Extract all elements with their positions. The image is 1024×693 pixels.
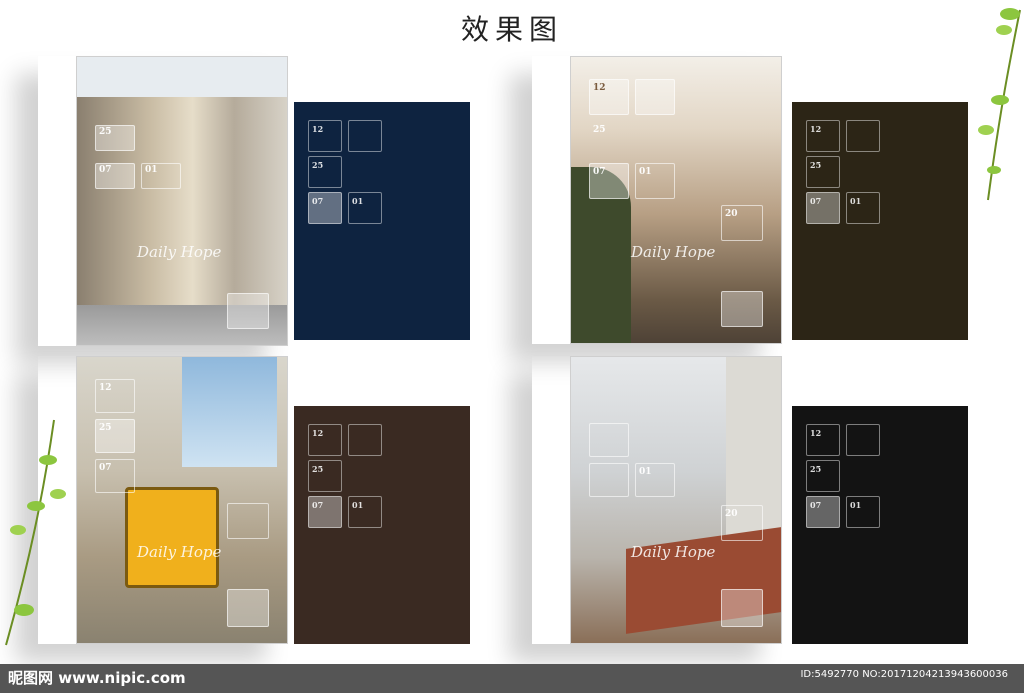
cover-box (589, 423, 629, 457)
cover-script-title: Daily Hope (631, 543, 716, 561)
notebook-3-cover: 12 25 07 Daily Hope (76, 356, 288, 644)
back-number: 12 (810, 124, 822, 134)
back-box (846, 120, 880, 152)
back-number: 01 (352, 196, 364, 206)
cover-box (589, 463, 629, 497)
cover-number: 20 (725, 509, 738, 519)
cover-box (227, 503, 269, 539)
back-box (846, 424, 880, 456)
cover-box (721, 589, 763, 627)
cover-box (635, 79, 675, 115)
leaf-branch-icon (5, 419, 66, 646)
cover-script-title: Daily Hope (137, 543, 222, 561)
notebook-1-cover: 25 07 01 Daily Hope (76, 56, 288, 346)
cover-script-title: Daily Hope (631, 243, 716, 261)
cover-number: 07 (593, 167, 606, 177)
notebook-4-cover: 20 01 Daily Hope (570, 356, 782, 644)
notebook-2-back: 12 25 07 01 (792, 102, 968, 340)
back-number: 25 (810, 160, 822, 170)
cover-number: 07 (99, 463, 112, 473)
back-number: 25 (810, 464, 822, 474)
back-number: 07 (810, 196, 822, 206)
back-number: 07 (810, 500, 822, 510)
cover-number: 20 (725, 209, 738, 219)
cover-box (227, 589, 269, 627)
back-number: 25 (312, 464, 324, 474)
back-number: 12 (312, 124, 324, 134)
page-title: 效果图 (460, 13, 563, 46)
notebook-4-back: 12 25 07 01 (792, 406, 968, 644)
back-number: 01 (850, 500, 862, 510)
back-number: 12 (312, 428, 324, 438)
notebook-2-cover: 12 25 07 01 20 Daily Hope (570, 56, 782, 344)
cover-number: 01 (145, 165, 158, 175)
notebook-1-back: 12 25 07 01 (294, 102, 470, 340)
notebook-3-back: 12 25 07 01 (294, 406, 470, 644)
cover-box (227, 293, 269, 329)
cover-number: 01 (639, 167, 652, 177)
image-id-text: ID:5492770 NO:20171204213943600036 (800, 669, 1008, 680)
cover-box (721, 291, 763, 327)
cover-script-title: Daily Hope (137, 243, 222, 261)
cover-number: 25 (593, 125, 606, 135)
cover-number: 01 (639, 467, 652, 477)
cover-number: 25 (99, 127, 112, 137)
back-number: 01 (850, 196, 862, 206)
back-number: 01 (352, 500, 364, 510)
leaf-branch-icon (978, 8, 1021, 201)
cover-number: 25 (99, 423, 112, 433)
cover-number: 12 (99, 383, 112, 393)
back-number: 12 (810, 428, 822, 438)
back-box (348, 120, 382, 152)
back-number: 07 (312, 500, 324, 510)
cover-number: 12 (593, 83, 606, 93)
cover-number: 07 (99, 165, 112, 175)
site-watermark: 昵图网 www.nipic.com (8, 669, 186, 687)
back-number: 07 (312, 196, 324, 206)
back-number: 25 (312, 160, 324, 170)
notebook-1: 25 07 01 Daily Hope (38, 56, 288, 346)
back-box (348, 424, 382, 456)
notebook-2: 12 25 07 01 20 Daily Hope (532, 56, 782, 344)
notebook-4: 20 01 Daily Hope (532, 356, 782, 644)
